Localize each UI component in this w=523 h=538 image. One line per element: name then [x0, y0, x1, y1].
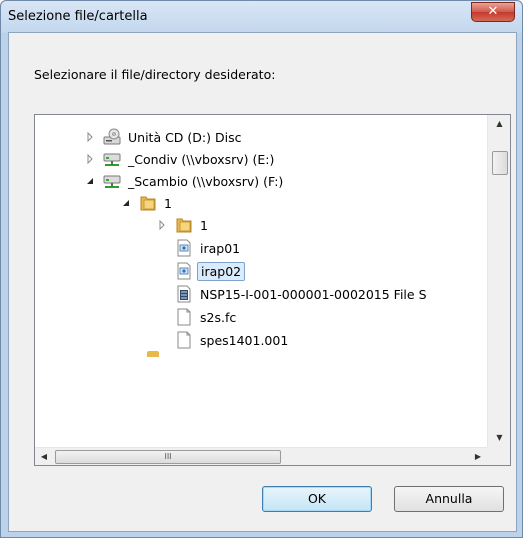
tree-item-scambio-drive[interactable]: _Scambio (\\vboxsrv) (F:): [85, 170, 286, 192]
tree-item-label: Unità CD (D:) Disc: [128, 129, 242, 145]
tree-item-label: 1: [200, 217, 208, 233]
tree-item-nsp15-file[interactable]: NSP15-I-001-000001-0002015 File S: [175, 283, 430, 305]
tree-item-subfolder-1[interactable]: 1: [157, 214, 211, 236]
tree-item-s2s-fc[interactable]: s2s.fc: [175, 306, 239, 328]
scrollbar-corner: [487, 447, 510, 465]
tree-item-cd-drive[interactable]: Unità CD (D:) Disc: [85, 126, 244, 148]
vertical-scroll-thumb[interactable]: [492, 151, 508, 175]
tree-item-label: _Condiv (\\vboxsrv) (E:): [128, 151, 275, 167]
tree-item-label: s2s.fc: [200, 309, 237, 325]
tree-item-irap02[interactable]: irap02: [172, 260, 246, 282]
window-title: Selezione file/cartella: [8, 9, 148, 24]
tree-item-label: _Scambio (\\vboxsrv) (F:): [128, 173, 284, 189]
scroll-left-arrow-icon[interactable]: ◀: [35, 448, 53, 466]
ok-button[interactable]: OK: [262, 486, 372, 512]
tree-body: Unità CD (D:) Disc _Condiv (\\vboxsrv) (…: [35, 115, 487, 447]
close-button[interactable]: ✕: [471, 2, 515, 22]
collapse-arrow-icon[interactable]: [85, 176, 95, 186]
folder-icon: [175, 216, 193, 234]
tree-item-label: irap01: [200, 240, 241, 256]
blank-file-icon: [175, 331, 193, 349]
title-bar[interactable]: Selezione file/cartella ✕: [1, 1, 522, 33]
settings-file-icon: [175, 262, 193, 280]
expand-arrow-icon[interactable]: [157, 220, 167, 230]
settings-file-icon: [175, 239, 193, 257]
tree-item-spes1401[interactable]: spes1401.001: [175, 329, 291, 351]
tree-item-label: NSP15-I-001-000001-0002015 File S: [200, 286, 427, 302]
collapse-arrow-icon[interactable]: [121, 198, 131, 208]
file-tree[interactable]: Unità CD (D:) Disc _Condiv (\\vboxsrv) (…: [34, 114, 511, 466]
tree-item-label: irap02: [197, 261, 246, 281]
partial-folder-icon: [147, 351, 159, 357]
expand-arrow-icon[interactable]: [85, 154, 95, 164]
tree-item-folder-1[interactable]: 1: [121, 192, 175, 214]
instruction-label: Selezionare il file/directory desiderato…: [34, 67, 276, 82]
expand-arrow-icon[interactable]: [85, 132, 95, 142]
scroll-right-arrow-icon[interactable]: ▶: [469, 448, 487, 466]
network-drive-icon: [103, 150, 121, 168]
horizontal-scrollbar[interactable]: ◀ III ▶: [35, 447, 487, 465]
network-drive-icon: [103, 172, 121, 190]
tree-item-irap01[interactable]: irap01: [175, 237, 243, 259]
tree-item-label: spes1401.001: [200, 332, 289, 348]
cancel-button[interactable]: Annulla: [394, 486, 504, 512]
tree-item-condiv-drive[interactable]: _Condiv (\\vboxsrv) (E:): [85, 148, 277, 170]
folder-icon: [139, 194, 157, 212]
blank-file-icon: [175, 308, 193, 326]
tree-item-label: 1: [164, 195, 172, 211]
binary-file-icon: [175, 285, 193, 303]
horizontal-scroll-thumb[interactable]: III: [55, 450, 281, 464]
vertical-scrollbar[interactable]: ▲ ▼: [487, 115, 510, 447]
scroll-down-arrow-icon[interactable]: ▼: [488, 429, 511, 447]
dialog-window: Selezione file/cartella ✕ Selezionare il…: [0, 0, 523, 538]
cd-drive-icon: [103, 128, 121, 146]
dialog-client-area: Selezionare il file/directory desiderato…: [8, 32, 517, 532]
scroll-up-arrow-icon[interactable]: ▲: [488, 115, 511, 133]
